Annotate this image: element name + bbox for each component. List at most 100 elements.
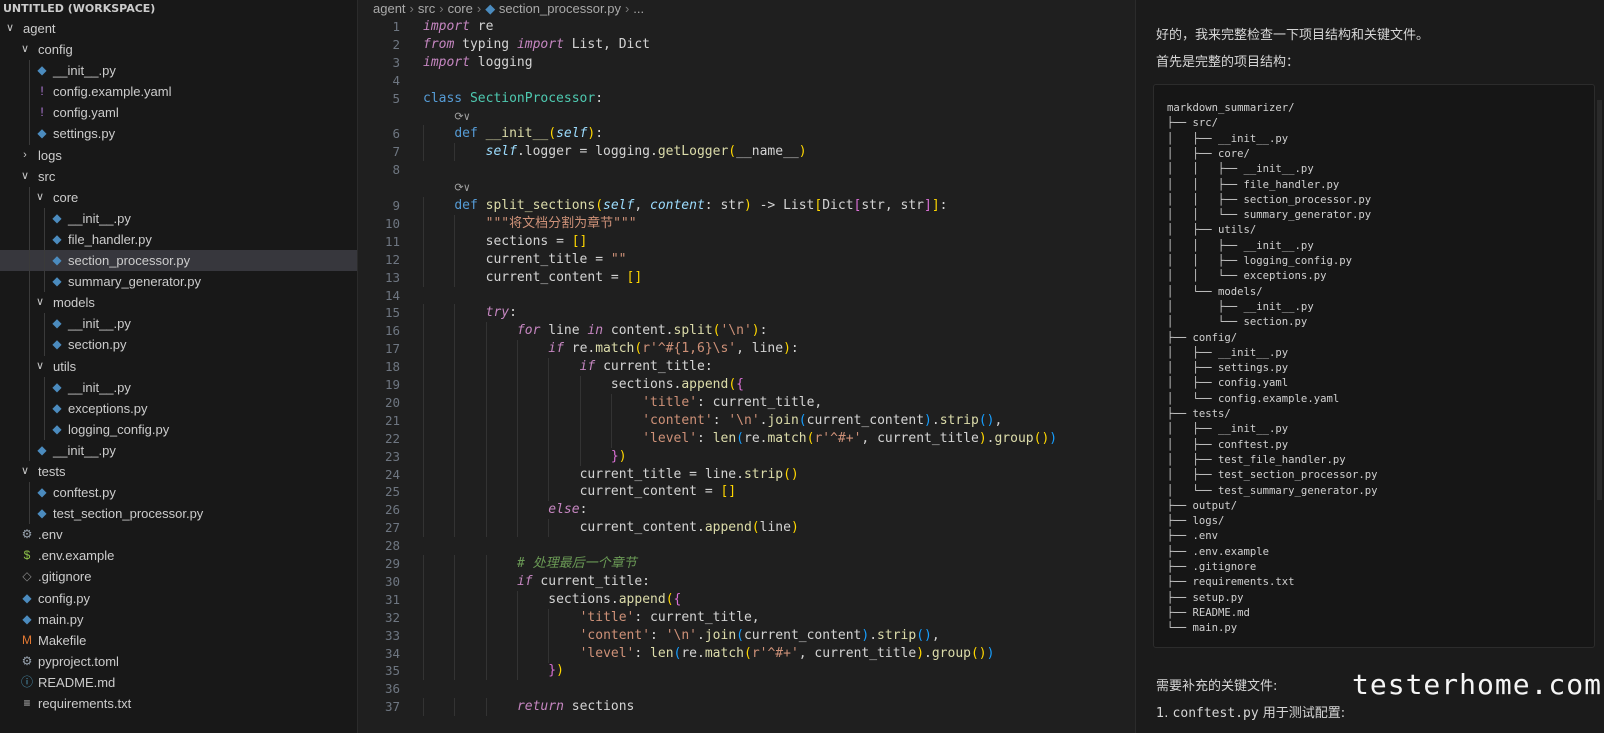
chevron-down-icon[interactable]: ∨ [19,461,31,482]
code-line[interactable]: 32 'title': current_title, [358,608,1134,627]
python-file-icon: ◆ [485,1,499,16]
file-item[interactable]: ◆ conftest.py [0,482,357,504]
file-item[interactable]: ◆ settings.py [0,123,357,145]
file-item[interactable]: ◆ file_handler.py [0,228,357,251]
file-item[interactable]: ◆ main.py [0,609,357,630]
code-line[interactable]: 6 def __init__(self): [358,125,1134,144]
code-line[interactable]: 16 for line in content.split('\n'): [358,322,1134,341]
code-line[interactable]: 10 """将文档分割为章节""" [358,214,1134,233]
code-line[interactable]: 18 if current_title: [358,358,1134,377]
code-line[interactable]: 12 current_title = "" [358,250,1134,269]
code-line[interactable]: 21'content': '\n'.join(current_content).… [358,411,1134,430]
code-editor[interactable]: agent › src › core › ◆ section_processor.py ›..… [358,0,1134,733]
file-item[interactable]: ◆ __init__.py [0,207,357,229]
code-line[interactable]: 37 return sections [358,698,1134,717]
code-line[interactable]: 14 [358,287,1134,305]
file-item[interactable]: ◆ test_section_processor.py [0,503,357,525]
file-item[interactable]: ! config.example.yaml [0,81,357,103]
code-line[interactable]: 5 class SectionProcessor: [358,90,1134,108]
file-item[interactable]: ! config.yaml [0,102,357,124]
chevron-down-icon[interactable]: ∨ [34,292,46,313]
project-tree-codeblock[interactable]: markdown_summarizer/ ├── src/ │ ├── __init… [1153,84,1595,648]
chevron-right-icon[interactable]: › [19,145,31,166]
file-item[interactable]: ◆ exceptions.py [0,397,357,419]
codelens-icon[interactable]: ⟳∨ [454,108,470,126]
code-line[interactable]: 3 import logging [358,54,1134,72]
folder-item[interactable]: ∨ utils [0,355,357,377]
code-line[interactable]: 19 sections.append({ [358,376,1134,394]
breadcrumb-item[interactable]: src [418,1,435,16]
file-item[interactable]: ⚙ .env [0,524,357,545]
folder-item[interactable]: ∨ core [0,186,357,208]
file-item[interactable]: ◆ section.py [0,334,357,356]
chat-scrollbar[interactable] [1597,100,1602,500]
code-line[interactable]: 36 [358,680,1134,698]
folder-item[interactable]: ∨ agent [0,18,357,39]
code-line[interactable]: 26 else: [358,501,1134,520]
file-item[interactable]: ⓘ README.md [0,672,357,693]
breadcrumb-item[interactable]: agent [373,1,406,16]
code-line[interactable]: 9 def split_sections(self, content: str) … [358,197,1134,215]
code-line[interactable]: 35}) [358,662,1134,681]
code-line[interactable]: 31 sections.append({ [358,590,1134,609]
code-line[interactable]: 25 current_content = [] [358,483,1134,502]
code-token: match [595,341,635,357]
breadcrumb-ellipsis[interactable]: ... [633,1,644,16]
code-line[interactable]: 4 [358,72,1134,90]
code-token: try [485,305,510,321]
code-line[interactable]: 34'level': len(re.match(r'^#+', current_… [358,644,1134,663]
breadcrumb-item[interactable]: core [448,1,473,16]
chevron-down-icon[interactable]: ∨ [4,18,16,39]
chevron-down-icon[interactable]: ∨ [19,166,31,187]
file-item[interactable]: ◆ summary_generator.py [0,271,357,293]
file-item[interactable]: ◆ __init__.py [0,60,357,82]
folder-item[interactable]: ∨ src [0,166,357,187]
file-item[interactable]: ◆ section_processor.py [0,250,357,272]
python-file-icon: ◆ [52,421,62,436]
file-item[interactable]: ◆ logging_config.py [0,418,357,440]
code-line[interactable]: 23}) [358,447,1134,466]
code-token: current_title = line. [579,466,744,482]
code-line[interactable]: 7 self.logger = logging.getLogger(__name_… [358,143,1134,162]
code-line[interactable]: 1 import re [358,18,1134,36]
breadcrumb-file[interactable]: section_processor.py [499,1,621,16]
folder-item[interactable]: ∨ models [0,292,357,314]
indent-guide [548,465,550,484]
folder-item[interactable]: ∨ tests [0,461,357,482]
file-item[interactable]: ◆ __init__.py [0,313,357,335]
file-item[interactable]: ◇ .gitignore [0,566,357,587]
code-line[interactable]: 24 current_title = line.strip() [358,465,1134,484]
code-line[interactable]: 28 [358,537,1134,555]
chevron-down-icon[interactable]: ∨ [19,39,31,60]
folder-item[interactable]: ∨ config [0,39,357,60]
chevron-down-icon[interactable]: ∨ [34,187,46,208]
code-line[interactable]: 33 'content': '\n'.join(current_content).… [358,626,1134,645]
code-line[interactable]: 13 current_content = [] [358,268,1134,287]
codelens-row[interactable]: ⟳∨ [358,108,1134,126]
file-item[interactable]: ≡ requirements.txt [0,693,357,714]
workspace-title[interactable]: UNTITLED (WORKSPACE) [0,0,357,18]
code-line[interactable]: 29 # 处理最后一个章节 [358,555,1134,573]
indent-guide [423,250,424,269]
file-item[interactable]: ◆ config.py [0,588,357,609]
file-item[interactable]: M Makefile [0,630,357,651]
codelens-icon[interactable]: ⟳∨ [454,179,470,197]
code-line[interactable]: 27 current_content.append(line) [358,519,1134,538]
code-line[interactable]: 8 [358,161,1134,179]
codelens-row[interactable]: ⟳∨ [358,179,1134,197]
file-item[interactable]: ◆ __init__.py [0,439,357,461]
file-item[interactable]: ⚙ pyproject.toml [0,651,357,672]
code-line[interactable]: 15 try: [358,304,1134,323]
tree-line: │ ├── settings.py [1167,362,1289,375]
code-token: . [697,627,705,643]
folder-item[interactable]: › logs [0,145,357,166]
file-item[interactable]: ◆ __init__.py [0,376,357,398]
code-line[interactable]: 22'level': len(re.match(r'^#+', current_… [358,429,1134,448]
file-item[interactable]: $ .env.example [0,545,357,566]
code-line[interactable]: 2 from typing import List, Dict [358,36,1134,54]
code-line[interactable]: 11 sections = [] [358,232,1134,251]
code-line[interactable]: 17 if re.match(r'^#{1,6}\s', line): [358,340,1134,359]
chevron-down-icon[interactable]: ∨ [34,356,46,377]
code-line[interactable]: 30 if current_title: [358,572,1134,591]
code-line[interactable]: 20 'title': current_title, [358,393,1134,412]
